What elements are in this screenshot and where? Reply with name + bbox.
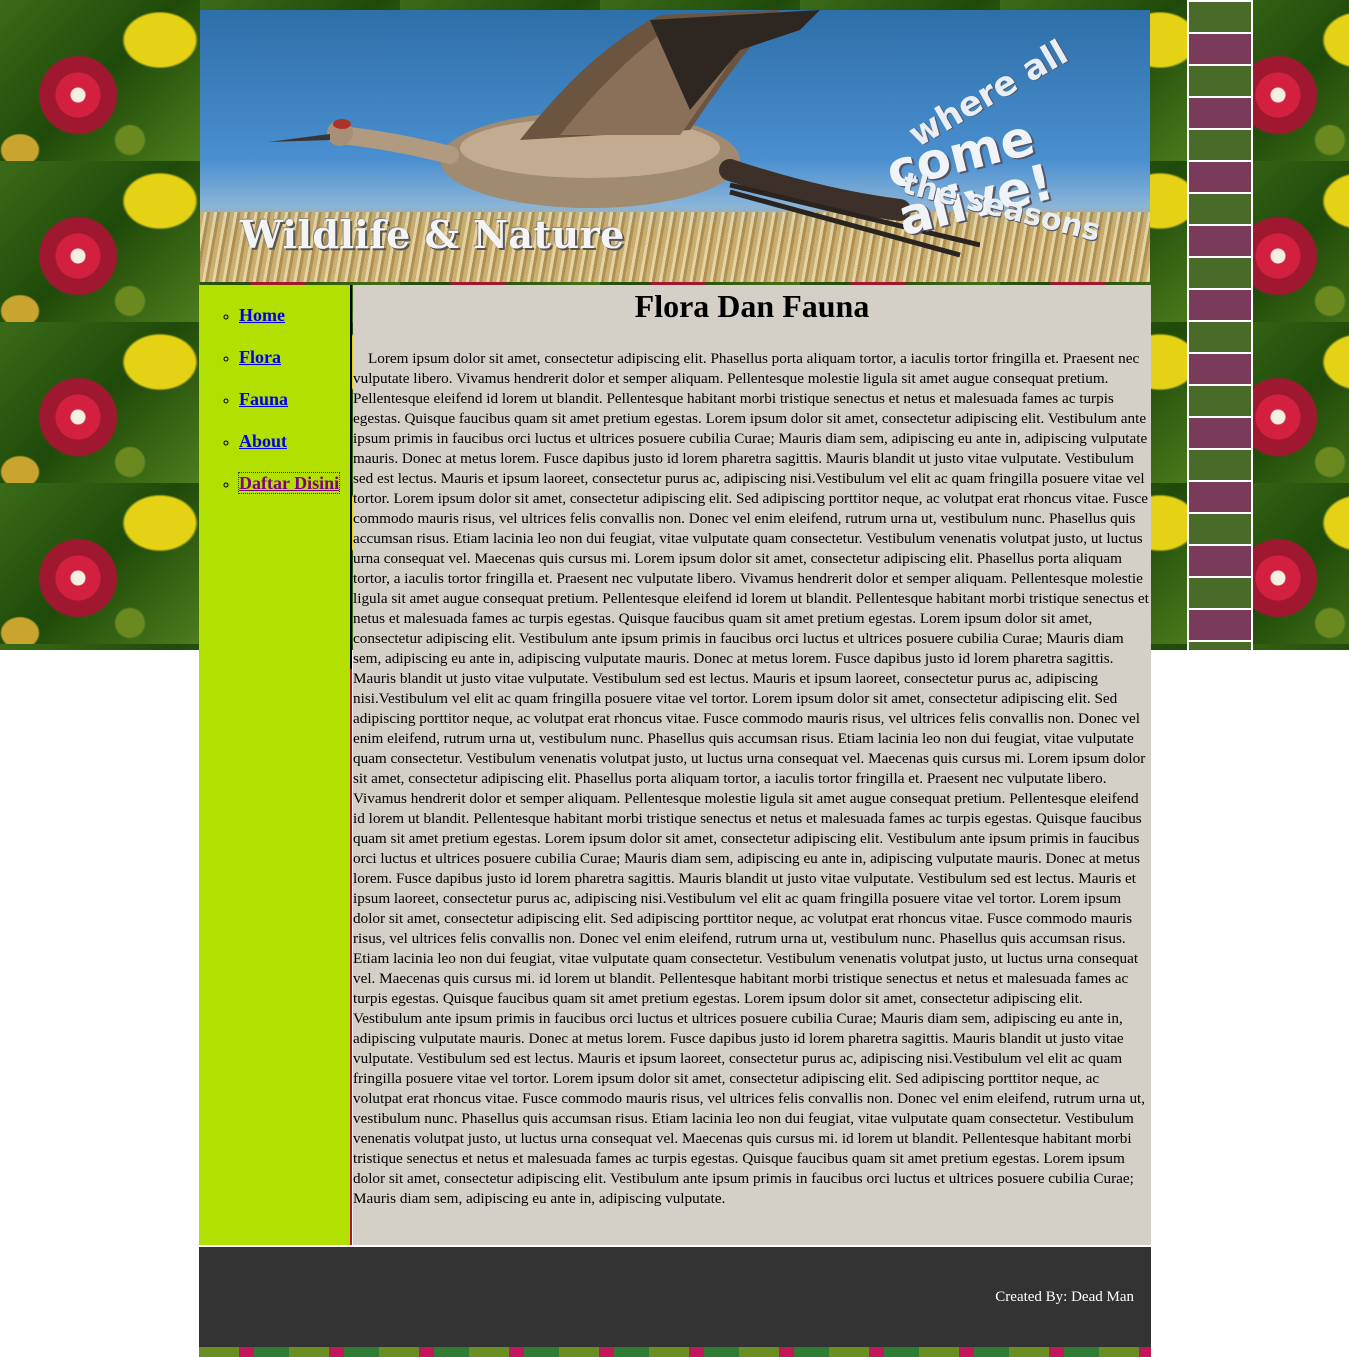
header-banner: Wildlife & Nature where all come alive! … (200, 10, 1150, 282)
thumbnail-strip-background (1187, 0, 1253, 650)
banner-title: Wildlife & Nature (240, 212, 625, 257)
footer-credit: Created By: Dead Man (995, 1289, 1134, 1305)
sidebar-nav: Home Flora Fauna About Daftar Disini (199, 285, 352, 1245)
nav-item-flora: Flora (239, 342, 350, 384)
column-divider (350, 285, 352, 1245)
footer: Created By: Dead Man (199, 1247, 1151, 1347)
nav-link-fauna[interactable]: Fauna (239, 389, 288, 409)
bottom-pattern-strip (199, 1347, 1151, 1357)
nav-item-fauna: Fauna (239, 384, 350, 426)
nav-item-home: Home (239, 300, 350, 342)
page-title: Flora Dan Fauna (634, 288, 870, 324)
nav-link-daftar-disini[interactable]: Daftar Disini (237, 472, 341, 494)
nav-list: Home Flora Fauna About Daftar Disini (199, 300, 350, 510)
nav-link-home[interactable]: Home (239, 305, 285, 325)
seasons-badge: where all come alive! the seasons (881, 33, 1120, 249)
main-content: Flora Dan Fauna Lorem ipsum dolor sit am… (353, 285, 1151, 1245)
body-text: Lorem ipsum dolor sit amet, consectetur … (353, 350, 1149, 1207)
nav-link-flora[interactable]: Flora (239, 347, 281, 367)
nav-link-about[interactable]: About (239, 431, 287, 451)
nav-item-daftar: Daftar Disini (237, 468, 350, 510)
nav-item-about: About (239, 426, 350, 468)
